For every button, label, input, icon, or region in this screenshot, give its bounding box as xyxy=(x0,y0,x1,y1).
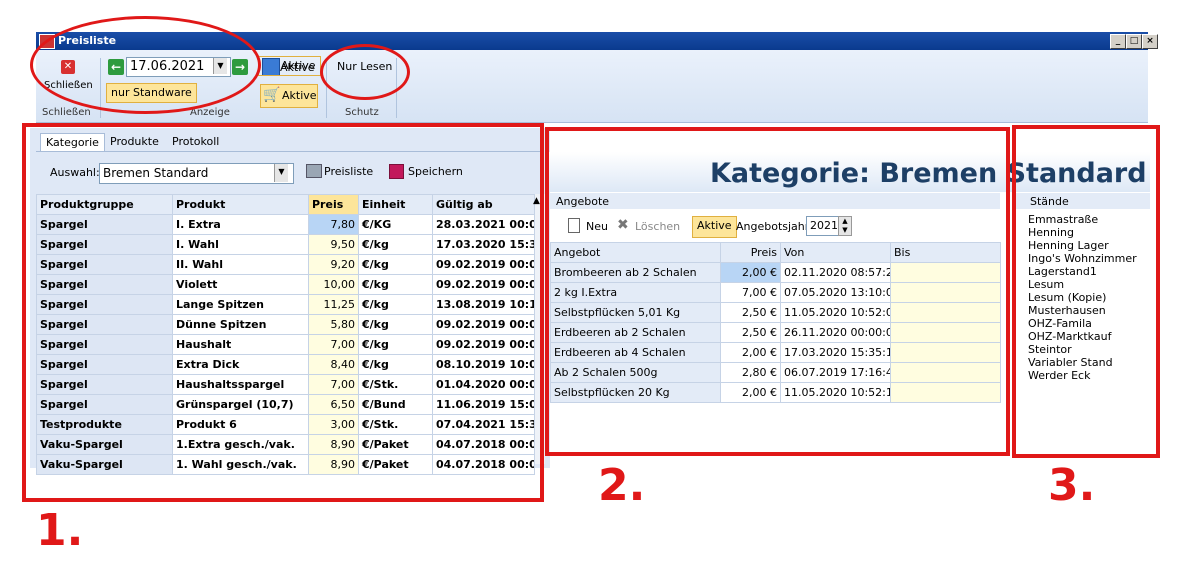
cart-icon: 🛒 xyxy=(263,87,281,103)
highlight-ellipse-nav xyxy=(30,16,261,114)
maximize-button[interactable]: □ xyxy=(1126,34,1142,49)
annotation-box-2 xyxy=(545,127,1010,456)
annotation-box-1 xyxy=(22,123,544,502)
annotation-box-3 xyxy=(1012,125,1160,458)
aktive-label-1b: Aktive xyxy=(280,61,315,74)
annotation-number-3: 3. xyxy=(1048,460,1096,511)
group-label-schutz: Schutz xyxy=(345,107,379,118)
highlight-ellipse-readonly xyxy=(320,44,410,100)
annotation-number-2: 2. xyxy=(598,460,646,511)
close-window-button[interactable]: × xyxy=(1142,34,1158,49)
group-label-close: Schließen xyxy=(42,107,91,118)
aktive-label-2: Aktive xyxy=(282,89,317,102)
minimize-button[interactable]: _ xyxy=(1110,34,1126,49)
annotation-number-1: 1. xyxy=(36,505,84,556)
